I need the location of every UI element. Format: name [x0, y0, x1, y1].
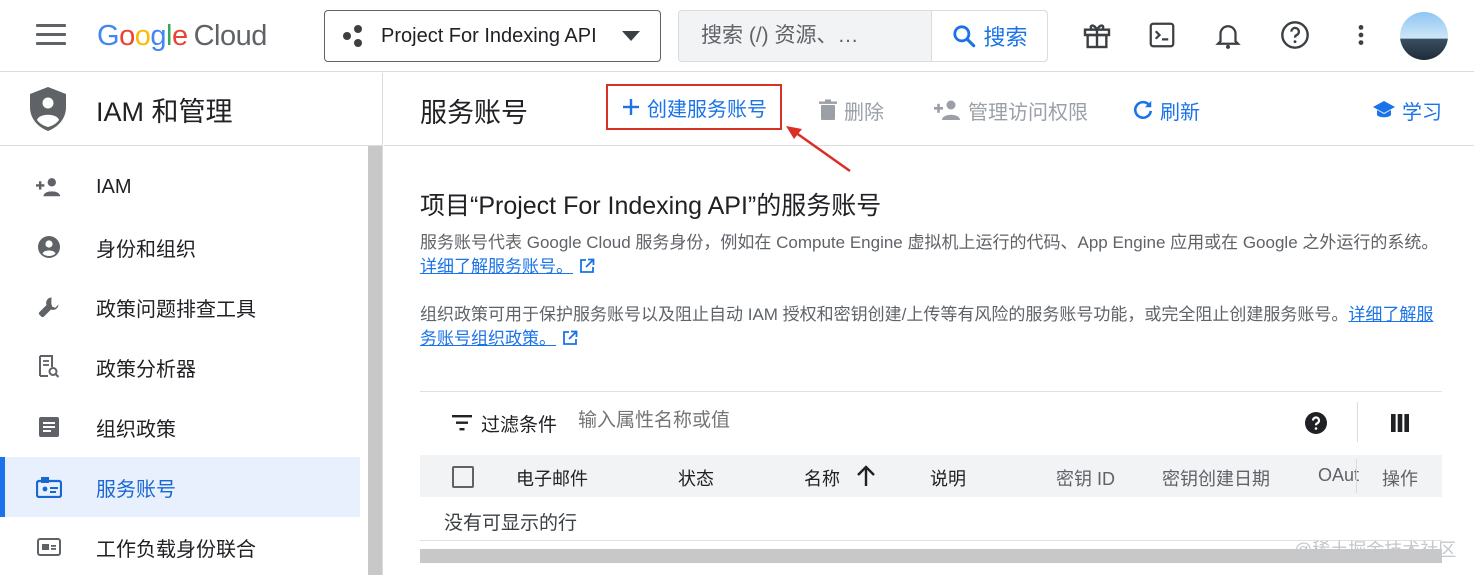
- shield-icon: [30, 87, 66, 131]
- trash-icon: [819, 99, 837, 120]
- plus-icon: [623, 99, 639, 115]
- user-avatar[interactable]: [1400, 12, 1448, 60]
- project-hub-icon: [343, 25, 365, 47]
- column-separator: [1356, 459, 1357, 493]
- sidebar-item-troubleshooter[interactable]: 政策问题排查工具: [0, 277, 360, 337]
- refresh-button[interactable]: 刷新: [1132, 95, 1200, 125]
- arrow-up-icon[interactable]: [856, 465, 876, 487]
- sidebar-scrollbar[interactable]: [368, 146, 382, 575]
- column-actions: 操作: [1382, 469, 1418, 489]
- search-icon: [953, 25, 976, 48]
- manage-access-button[interactable]: 管理访问权限: [934, 95, 1088, 125]
- service-account-icon: [36, 474, 62, 500]
- sidebar: IAM 和管理 IAM 身份和组织 政策问题排查工具 政策分析器 组织政策 服务…: [0, 73, 383, 575]
- document-search-icon: [36, 354, 62, 380]
- create-service-account-button[interactable]: 创建服务账号: [606, 84, 782, 130]
- filter-input[interactable]: [578, 410, 978, 432]
- column-oauth[interactable]: OAut: [1318, 465, 1359, 486]
- search-button[interactable]: 搜索: [931, 11, 1047, 61]
- wrench-icon: [36, 294, 62, 320]
- refresh-icon: [1134, 100, 1153, 119]
- help-icon[interactable]: [1278, 17, 1312, 53]
- more-vert-icon[interactable]: [1344, 17, 1378, 53]
- filter-bar: 过滤条件: [420, 391, 1442, 455]
- person-add-icon: [36, 174, 62, 200]
- top-app-bar: Google Cloud Project For Indexing API 搜索: [0, 0, 1474, 72]
- bell-icon[interactable]: [1211, 17, 1245, 53]
- filter-label: 过滤条件: [481, 415, 558, 436]
- annotation-arrow: [786, 126, 851, 173]
- filter-icon: [452, 415, 472, 431]
- terminal-icon[interactable]: [1145, 17, 1179, 53]
- table-horizontal-scrollbar[interactable]: [420, 549, 1442, 563]
- sidebar-title: IAM 和管理: [96, 96, 233, 127]
- project-name: Project For Indexing API: [381, 24, 597, 47]
- person-add-icon: [934, 100, 960, 120]
- learn-button[interactable]: 学习: [1372, 95, 1442, 125]
- select-all-checkbox[interactable]: [452, 466, 474, 488]
- main-menu-icon[interactable]: [36, 24, 66, 48]
- account-circle-icon: [36, 234, 62, 260]
- list-document-icon: [36, 414, 62, 440]
- google-cloud-logo[interactable]: Google Cloud: [97, 18, 267, 54]
- watermark: @稀土掘金技术社区: [1294, 540, 1457, 560]
- column-key-created[interactable]: 密钥创建日期: [1162, 465, 1270, 491]
- service-account-description: 服务账号代表 Google Cloud 服务身份，例如在 Compute Eng…: [420, 233, 1439, 276]
- table-header: 电子邮件 状态 名称 说明 密钥 ID 密钥创建日期 OAut 操作: [420, 455, 1442, 497]
- sidebar-item-workload-identity[interactable]: 工作负载身份联合: [0, 517, 360, 575]
- project-picker[interactable]: Project For Indexing API: [324, 10, 661, 62]
- school-icon: [1373, 101, 1395, 118]
- content-heading: 项目“Project For Indexing API”的服务账号: [420, 192, 882, 220]
- org-policy-description: 组织政策可用于保护服务账号以及阻止自动 IAM 授权和密钥创建/上传等有风险的服…: [420, 305, 1434, 348]
- search-bar: 搜索: [678, 10, 1048, 62]
- page-title: 服务账号: [420, 98, 528, 128]
- action-bar: 服务账号 创建服务账号 删除 管理访问权限 刷新 学习: [384, 73, 1474, 146]
- service-accounts-table: 过滤条件 电子邮件 状态 名称 说明 密钥 ID 密钥创建日期 OAut 操作 …: [420, 391, 1442, 541]
- main-content: 服务账号 创建服务账号 删除 管理访问权限 刷新 学习 项目“Project F…: [384, 73, 1474, 575]
- empty-table-row: 没有可显示的行: [420, 497, 1442, 541]
- sidebar-item-iam[interactable]: IAM: [0, 157, 360, 217]
- sidebar-item-identity[interactable]: 身份和组织: [0, 217, 360, 277]
- column-name[interactable]: 名称: [804, 465, 840, 491]
- column-display-icon[interactable]: [1390, 413, 1410, 433]
- external-link-icon: [580, 258, 595, 273]
- sidebar-item-service-accounts[interactable]: 服务账号: [0, 457, 360, 517]
- id-card-icon: [36, 534, 62, 560]
- help-circle-icon[interactable]: [1304, 411, 1328, 435]
- chevron-down-icon: [622, 31, 640, 41]
- column-description[interactable]: 说明: [930, 465, 966, 491]
- gift-icon[interactable]: [1080, 17, 1114, 53]
- external-link-icon: [563, 330, 578, 345]
- search-input[interactable]: [679, 11, 933, 61]
- column-status[interactable]: 状态: [678, 465, 714, 491]
- sidebar-item-org-policies[interactable]: 组织政策: [0, 397, 360, 457]
- learn-more-service-accounts-link[interactable]: 详细了解服务账号。: [420, 257, 573, 276]
- sidebar-header: IAM 和管理: [0, 73, 382, 146]
- column-email[interactable]: 电子邮件: [516, 465, 588, 491]
- column-key-id[interactable]: 密钥 ID: [1056, 465, 1115, 491]
- sidebar-item-analyzer[interactable]: 政策分析器: [0, 337, 360, 397]
- filter-divider: [1357, 402, 1358, 442]
